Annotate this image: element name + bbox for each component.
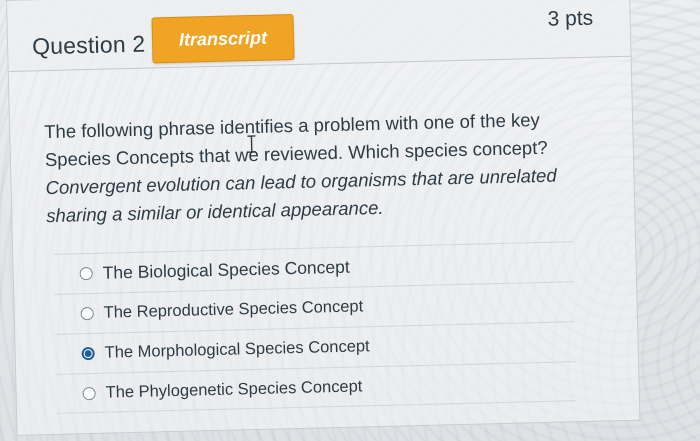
transcript-button[interactable]: Itranscript	[151, 13, 295, 64]
answer-label: The Reproductive Species Concept	[103, 296, 364, 322]
radio-button-selected[interactable]	[81, 346, 95, 360]
question-points: 3 pts	[547, 6, 594, 31]
screen: Question 2 Itranscript 3 pts The followi…	[0, 0, 700, 441]
question-note: Convergent evolution can lead to organis…	[45, 164, 557, 227]
radio-button[interactable]	[79, 266, 93, 280]
question-body: The following phrase identifies a proble…	[44, 105, 567, 230]
question-card: Question 2 Itranscript 3 pts The followi…	[6, 0, 641, 436]
answer-label: The Phylogenetic Species Concept	[105, 376, 363, 402]
answer-label: The Morphological Species Concept	[104, 336, 370, 362]
question-header: Question 2 Itranscript 3 pts	[7, 0, 631, 72]
radio-button[interactable]	[80, 306, 94, 320]
text-cursor-icon	[247, 135, 256, 153]
question-title: Question 2	[31, 30, 146, 60]
radio-button[interactable]	[82, 386, 96, 400]
answer-label: The Biological Species Concept	[102, 256, 350, 283]
